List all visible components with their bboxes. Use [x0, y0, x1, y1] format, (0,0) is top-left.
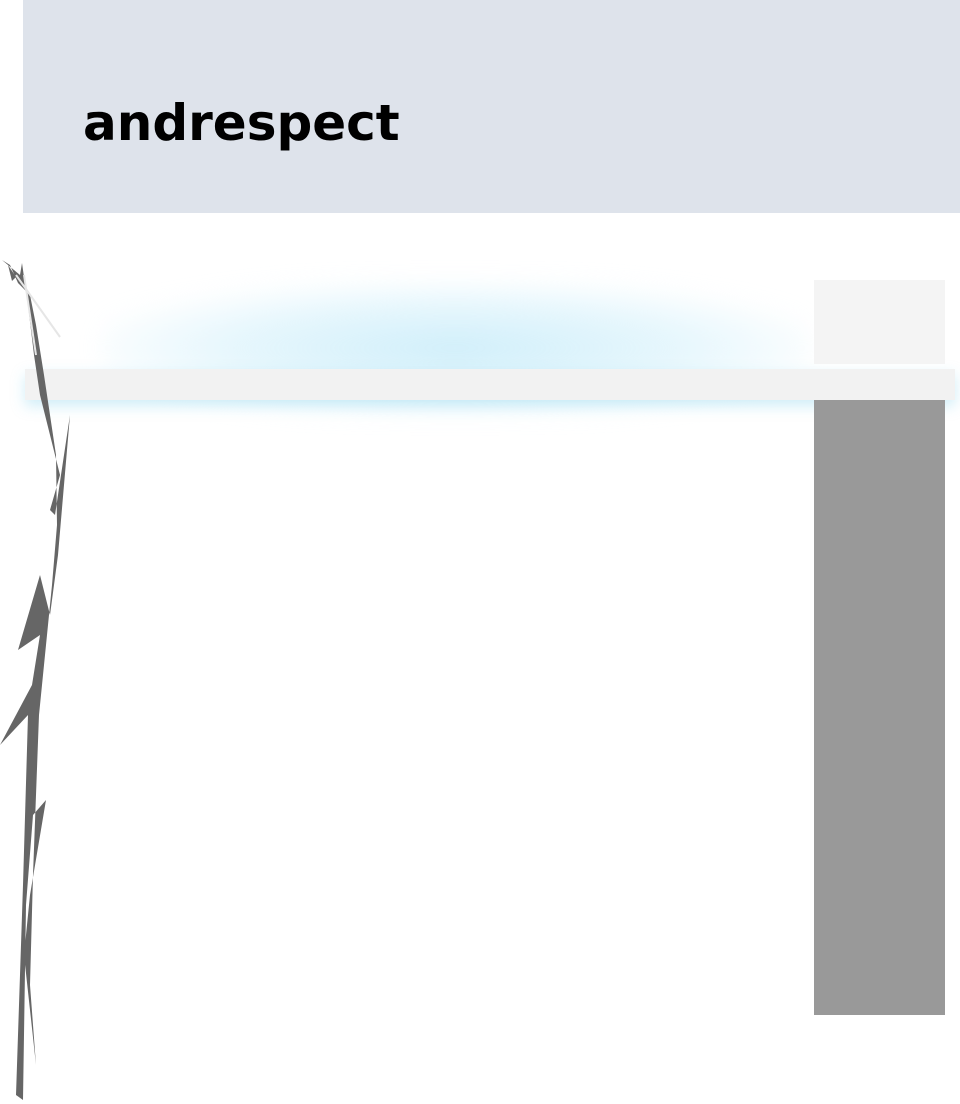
- sidebar-header-panel: [814, 280, 945, 364]
- site-header: andrespect: [23, 0, 960, 213]
- page: andrespect: [0, 0, 960, 1104]
- site-title[interactable]: andrespect: [83, 93, 400, 153]
- sidebar-panel: [814, 400, 945, 1015]
- vine-decoration-icon: [0, 260, 70, 1100]
- navigation-bar: [25, 369, 955, 400]
